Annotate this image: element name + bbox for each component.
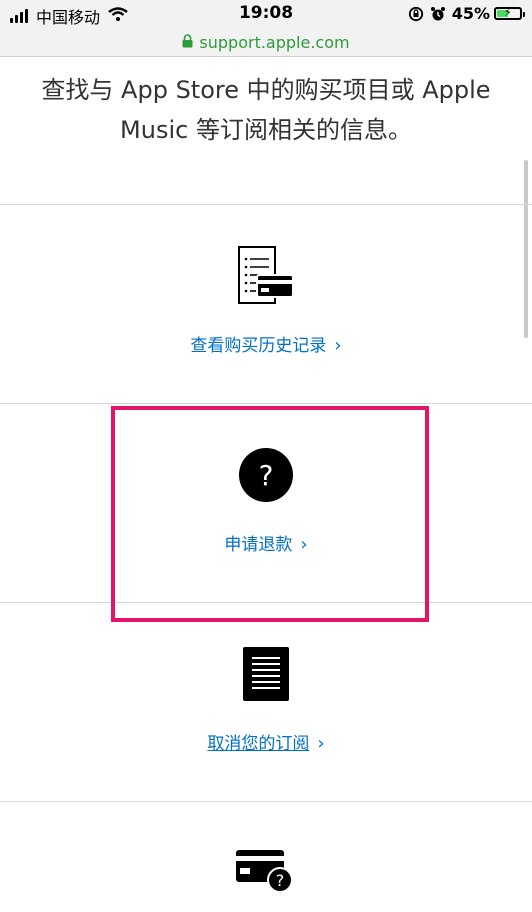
status-bar-right: 45% ⚡	[402, 4, 525, 23]
svg-text:?: ?	[276, 871, 285, 890]
intro-text: 查找与 App Store 中的购买项目或 Apple Music 等订阅相关的…	[41, 76, 491, 144]
request-refund-link[interactable]: 申请退款 ›	[0, 530, 532, 555]
orientation-lock-icon	[408, 6, 424, 22]
charging-bolt-icon: ⚡	[504, 6, 512, 19]
alarm-icon	[430, 6, 446, 22]
option-purchase-history: 查看购买历史记录 ›	[0, 205, 532, 403]
battery-icon: ⚡	[494, 6, 525, 20]
status-bar: 中国移动 19:08 45% ⚡	[0, 0, 532, 28]
lock-icon	[182, 33, 193, 52]
chevron-right-icon: ›	[334, 335, 342, 356]
purchase-history-label[interactable]: 查看购买历史记录	[190, 336, 326, 356]
battery-percent: 45%	[451, 4, 490, 23]
chevron-right-icon: ›	[317, 733, 325, 754]
url-text[interactable]: support.apple.com	[199, 33, 349, 52]
purchase-history-link[interactable]: 查看购买历史记录 ›	[0, 331, 532, 356]
address-bar[interactable]: support.apple.com	[0, 28, 532, 57]
card-question-icon: ?	[0, 850, 532, 896]
cancel-subscription-link[interactable]: 取消您的订阅 ›	[0, 729, 532, 754]
option-cancel-subscription: 取消您的订阅 ›	[0, 603, 532, 801]
chevron-right-icon: ›	[300, 534, 308, 555]
svg-text:?: ?	[259, 459, 274, 492]
question-circle-icon: ?	[0, 448, 532, 502]
document-list-icon	[0, 647, 532, 701]
option-request-refund: ? 申请退款 ›	[0, 404, 532, 602]
request-refund-label[interactable]: 申请退款	[224, 535, 292, 555]
cancel-subscription-label[interactable]: 取消您的订阅	[207, 734, 309, 754]
option-payment-help: ?	[0, 802, 532, 912]
receipt-card-icon	[0, 245, 532, 307]
